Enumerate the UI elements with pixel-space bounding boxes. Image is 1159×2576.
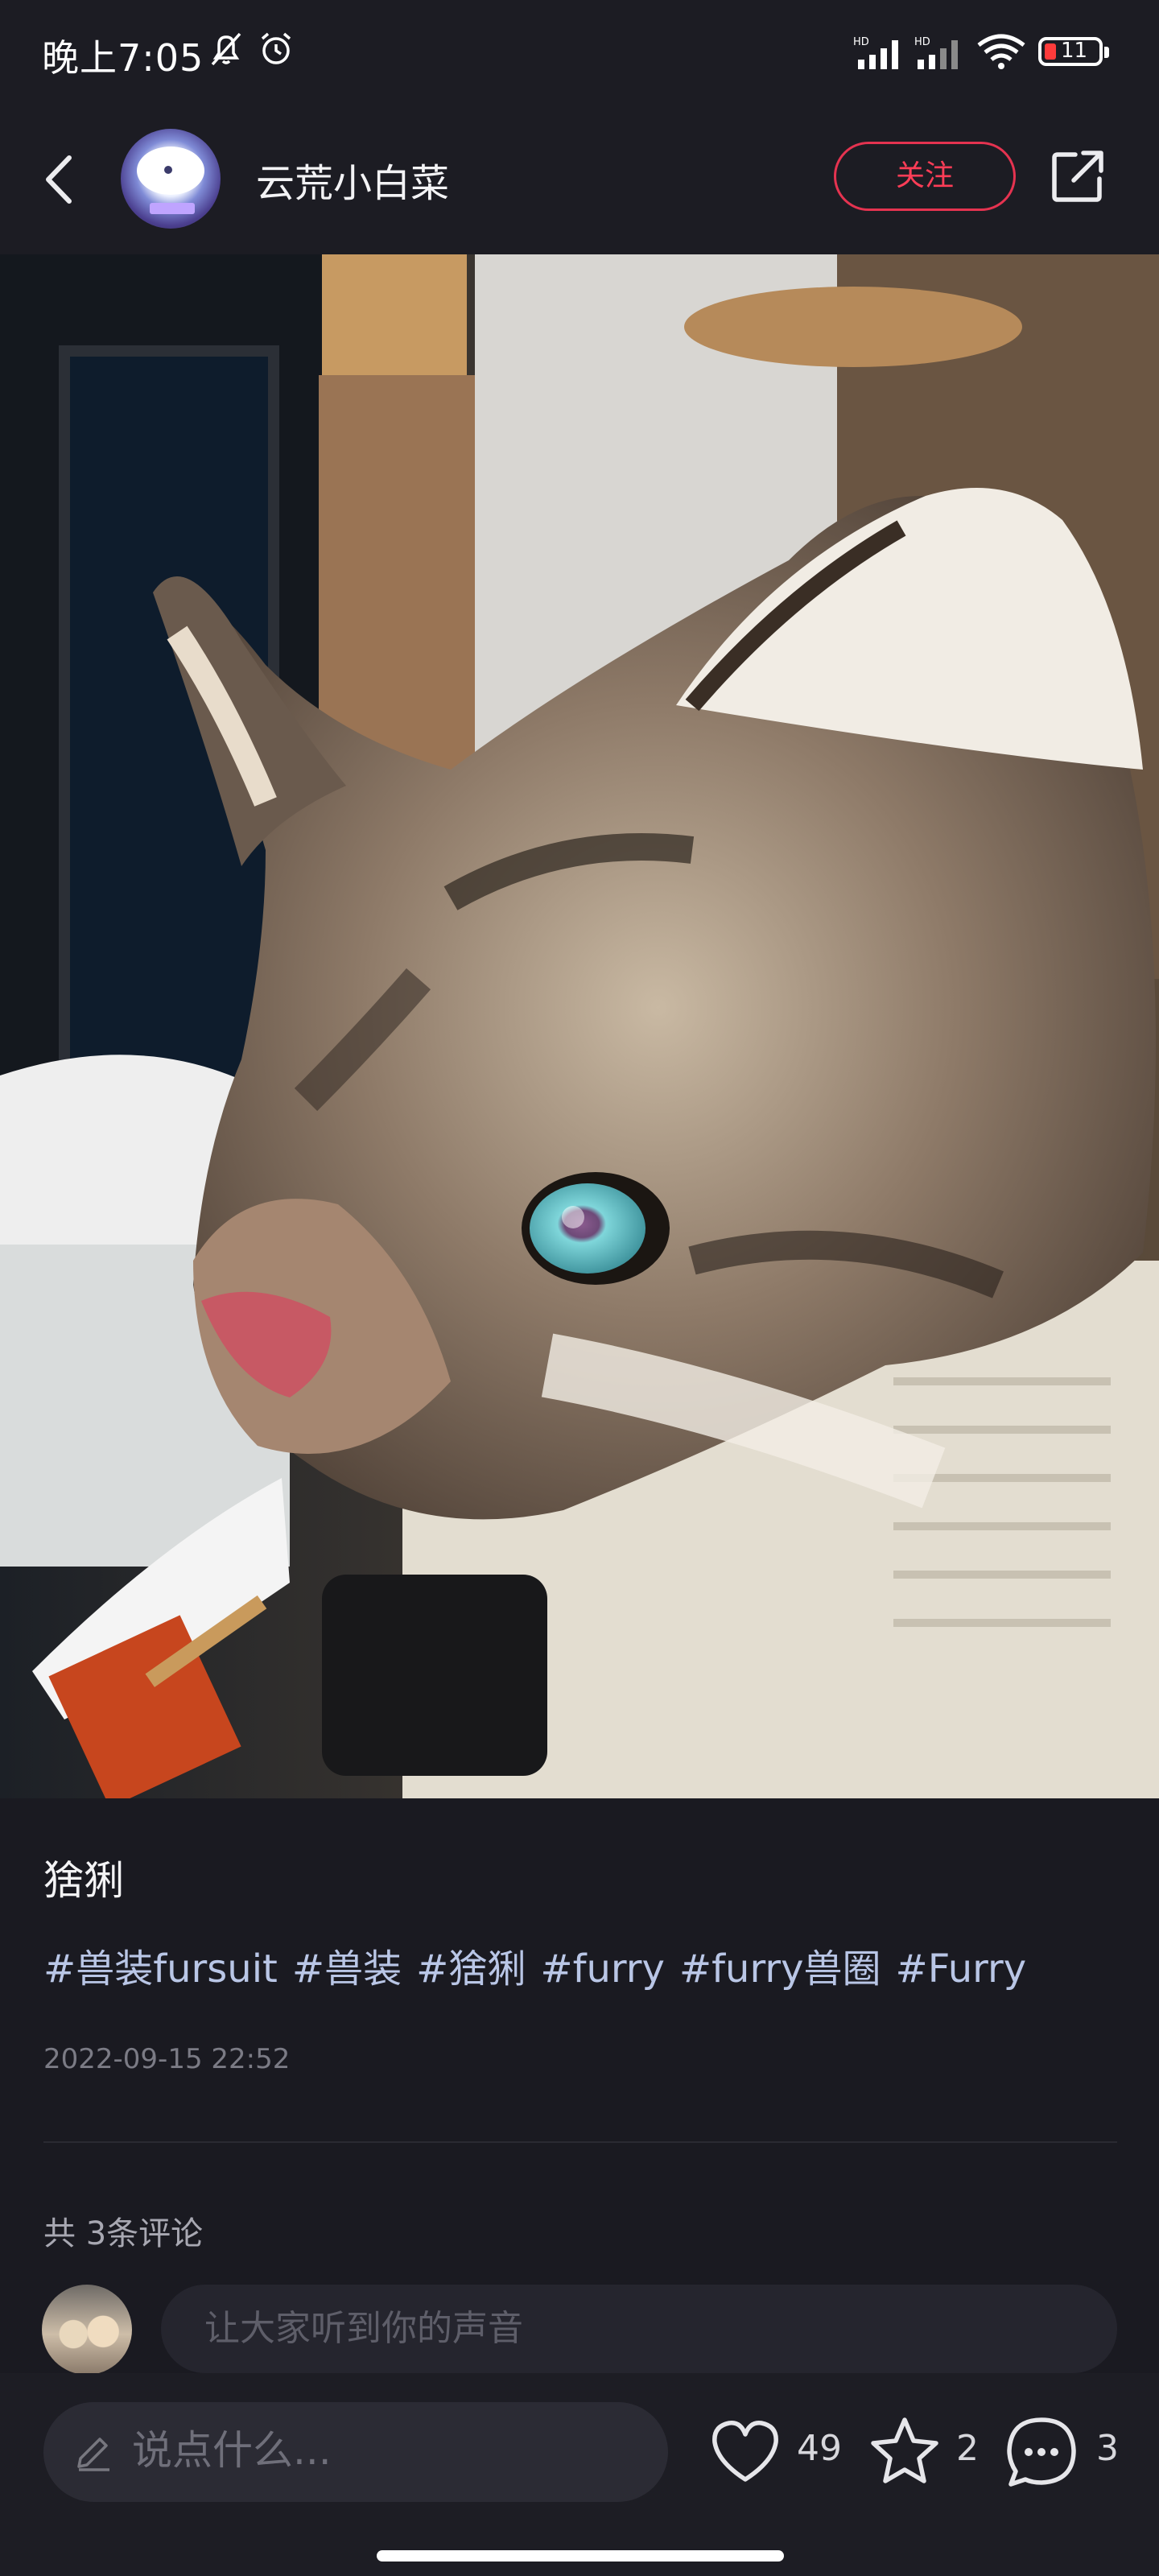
battery-fill: [1045, 43, 1056, 60]
chevron-left-icon[interactable]: [37, 151, 82, 208]
my-avatar: [42, 2285, 132, 2375]
post-tags: #兽装fursuit #兽装 #猞猁 #furry #furry兽圈 #Furry: [43, 1937, 1041, 1993]
follow-button[interactable]: 关注: [834, 142, 1016, 211]
status-time: 晚上7:05: [42, 36, 204, 80]
comment-total: 3: [1096, 2428, 1119, 2469]
battery-indicator: 11: [1038, 37, 1109, 66]
signal-icon: HD: [914, 36, 958, 69]
mute-icon: [211, 32, 241, 66]
post-header: 云荒小白菜 关注: [0, 105, 1159, 254]
share-icon[interactable]: [1050, 147, 1107, 204]
tag-link[interactable]: #Furry: [896, 1946, 1027, 1992]
like-count: 49: [797, 2428, 842, 2469]
favorite-count: 2: [956, 2428, 979, 2469]
heart-icon: [712, 2421, 778, 2482]
author-avatar[interactable]: [121, 129, 221, 229]
pencil-icon: [77, 2438, 109, 2471]
divider: [43, 2141, 1117, 2143]
avatar-eye: [164, 166, 172, 174]
say-placeholder: 说点什么...: [132, 2427, 332, 2474]
home-indicator[interactable]: [377, 2550, 784, 2562]
network-badge: HD: [853, 36, 869, 48]
lynx-fursuit-photo: [0, 254, 1159, 1798]
tag-link[interactable]: #兽装fursuit: [43, 1946, 278, 1992]
post-title: 猞猁: [43, 1857, 124, 1904]
bottom-action-bar: 说点什么... 49 2 3: [0, 2373, 1159, 2576]
battery-level: 11: [1061, 39, 1088, 63]
post-date: 2022-09-15 22:52: [43, 2043, 291, 2075]
star-icon: [871, 2417, 938, 2483]
status-bar: 晚上7:05 HD HD 11: [0, 0, 1159, 105]
tag-link[interactable]: #furry: [540, 1946, 665, 1992]
say-something-input[interactable]: 说点什么...: [43, 2402, 668, 2502]
author-name[interactable]: 云荒小白菜: [256, 151, 449, 208]
post-image[interactable]: [0, 254, 1159, 1798]
comment-count: 共 3条评论: [43, 2215, 204, 2252]
signal-icon: HD: [853, 36, 898, 69]
comment-input[interactable]: 让大家听到你的声音: [161, 2285, 1117, 2373]
avatar-tag: [150, 203, 195, 214]
tag-link[interactable]: #furry兽圈: [679, 1946, 881, 1992]
alarm-icon: [261, 32, 291, 64]
network-badge: HD: [914, 36, 930, 48]
tag-link[interactable]: #兽装: [292, 1946, 402, 1992]
tag-link[interactable]: #猞猁: [416, 1946, 526, 1992]
wifi-icon: [977, 34, 1025, 69]
comment-bubble-icon: [1007, 2417, 1076, 2487]
